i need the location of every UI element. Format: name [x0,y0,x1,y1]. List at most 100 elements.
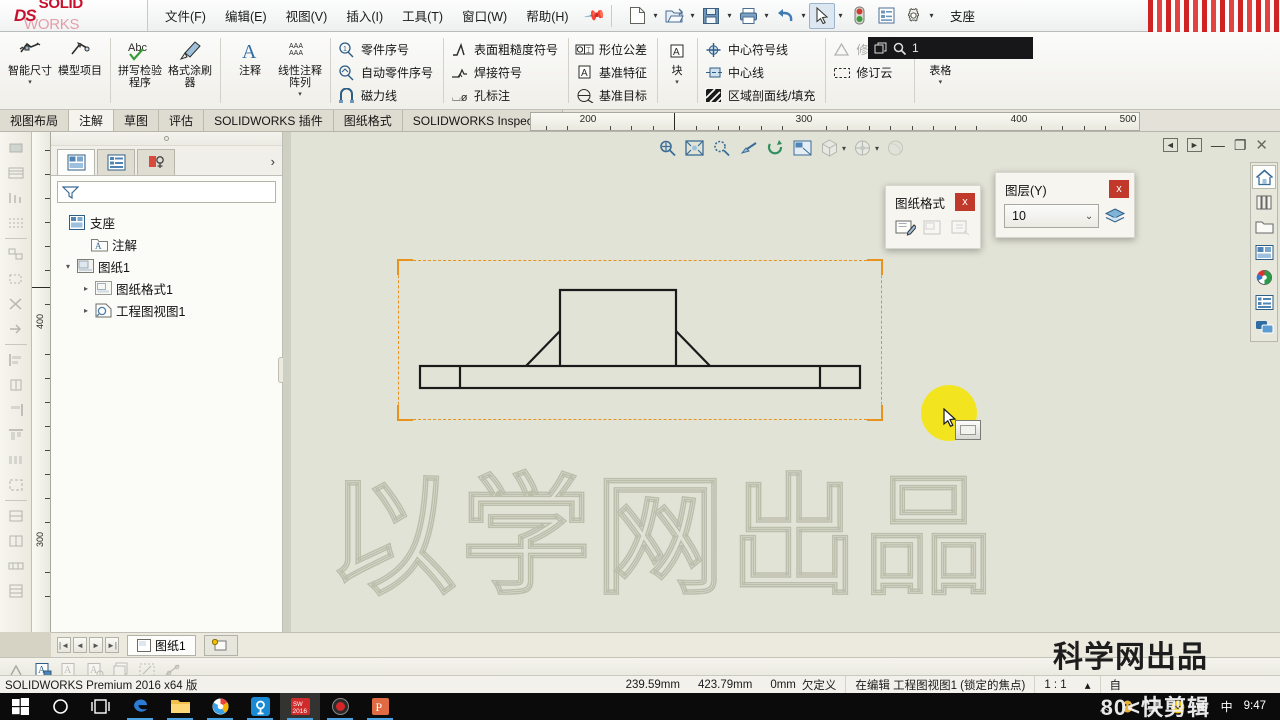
prev-window-button[interactable]: ◄ [1162,138,1178,152]
print-button[interactable] [735,3,761,29]
tab-view-layout[interactable]: 视图布局 [0,110,70,131]
first-sheet-button[interactable]: |◄ [57,637,71,653]
edge-browser-icon[interactable] [120,693,160,720]
centerline-button[interactable]: 中心线 [702,62,820,83]
tab-evaluate[interactable]: 评估 [159,110,205,131]
task-view-icon[interactable] [80,693,120,720]
zoom-to-area-icon[interactable] [656,137,678,159]
section-view-icon[interactable] [791,137,813,159]
powerpoint-icon[interactable]: P [360,693,400,720]
align-top-icon[interactable] [3,423,29,447]
add-sheet-icon[interactable] [921,217,944,239]
chamfer-dimension-icon[interactable] [3,211,29,235]
photos-app-icon[interactable] [200,693,240,720]
solidworks-forum-icon[interactable] [1252,315,1276,339]
spell-check-button[interactable]: Abc 拼写检验程序 [115,35,165,105]
layout-tool2-icon[interactable] [3,529,29,553]
linear-note-pattern-dropdown[interactable]: ▾ [298,90,302,98]
weld-symbol-button[interactable]: 焊接符号 [448,62,563,83]
undo-button[interactable] [772,3,798,29]
display-style-caret[interactable]: ▾ [875,144,879,153]
ordinate-dimension-icon[interactable] [3,161,29,185]
layer-select[interactable]: 10 ⌄ [1004,204,1100,228]
zoom-to-fit-icon[interactable] [683,137,705,159]
appearance-icon[interactable] [884,137,906,159]
custom-properties-icon[interactable] [1252,290,1276,314]
panel-expand-icon[interactable]: › [271,154,275,169]
appearances-icon[interactable] [1252,265,1276,289]
ime-tray-icon[interactable]: 中 [1221,698,1233,715]
vertical-ruler[interactable]: 400 300 [32,132,51,632]
align-center-icon[interactable] [3,373,29,397]
tree-expander[interactable]: ▸ [79,284,93,293]
panel-grip[interactable] [51,132,282,146]
tree-node-annotations[interactable]: A 注解 [53,233,282,255]
open-document-button[interactable] [661,3,687,29]
tree-node-sheet-format1[interactable]: ▸ 图纸格式1 [53,277,282,299]
status-scale[interactable]: 1 : 1 [1034,675,1075,694]
save-button[interactable] [698,3,724,29]
select-tool-button[interactable] [809,2,836,29]
start-button-icon[interactable] [0,693,40,720]
view-orientation-icon[interactable] [818,137,840,159]
next-window-button[interactable]: ► [1186,138,1202,152]
previous-view-icon[interactable] [737,137,759,159]
center-mark-button[interactable]: 中心符号线 [702,39,820,60]
design-library-icon[interactable] [1252,190,1276,214]
display-style-icon[interactable] [851,137,873,159]
revision-cloud-button[interactable]: 修订云 [830,62,909,83]
configuration-manager-tab[interactable] [137,149,175,175]
magnetic-line-button[interactable]: 磁力线 [335,85,438,106]
hole-callout-button[interactable]: ⌴ø 孔标注 [448,85,563,106]
align-parallel-icon[interactable] [3,242,29,266]
recorder-app-icon[interactable] [320,693,360,720]
pin-icon[interactable]: 📌 [582,4,606,28]
close-icon[interactable]: x [1109,180,1129,198]
menu-edit[interactable]: 编辑(E) [222,4,270,27]
file-explorer-taskbar-icon[interactable] [160,693,200,720]
add-sheet-tab[interactable] [203,634,238,656]
last-sheet-button[interactable]: ►| [105,637,119,653]
area-hatch-fill-button[interactable]: 区域剖面线/填充 [702,85,820,106]
layout-tool4-icon[interactable] [3,579,29,603]
close-icon[interactable]: x [955,193,975,211]
align-right-icon[interactable] [3,398,29,422]
menu-help[interactable]: 帮助(H) [523,4,571,27]
balloon-button[interactable]: 1 零件序号 [335,39,438,60]
linear-note-pattern-button[interactable]: AAA AAA 线性注释阵列 ▾ [275,35,325,105]
drawing-view-bounding-box[interactable] [397,259,883,421]
format-painter-button[interactable]: 格式涂刷器 [165,35,215,105]
menu-tools[interactable]: 工具(T) [399,4,446,27]
open-document-caret[interactable]: ▾ [688,11,697,20]
tab-sketch[interactable]: 草图 [114,110,160,131]
menu-file[interactable]: 文件(F) [162,4,209,27]
settings-caret[interactable]: ▾ [927,11,936,20]
chevron-down-icon[interactable]: ⌄ [1085,211,1093,222]
solidworks-taskbar-icon[interactable]: SW 2016 [280,693,320,720]
cortana-search-icon[interactable] [40,693,80,720]
sheet-tab-sheet1[interactable]: 图纸1 [127,634,196,656]
save-caret[interactable]: ▾ [725,11,734,20]
layout-tool3-icon[interactable] [3,554,29,578]
block-dropdown[interactable]: ▾ [675,78,679,86]
tab-annotation[interactable]: 注解 [69,110,115,131]
layer-dialog[interactable]: 图层(Y) x 10 ⌄ [995,172,1135,238]
options-list-button[interactable] [873,3,899,29]
home-icon[interactable] [1252,165,1276,189]
horizontal-ruler[interactable]: 200 300 400 500 [530,112,1140,131]
align-distribute-icon[interactable] [3,448,29,472]
extend-icon[interactable] [3,317,29,341]
search-overlay[interactable]: 1 [868,37,1033,59]
feature-manager-tab[interactable] [57,149,95,175]
layer-properties-icon[interactable] [1103,205,1126,227]
tab-sheet-format[interactable]: 图纸格式 [333,110,403,131]
drawing-canvas[interactable]: ▾ ▾ ◄ ► — ❐ ✕ 以 学 网 出 品 图纸格式 x 图层(Y) x 1… [283,132,1280,632]
menu-insert[interactable]: 插入(I) [343,4,386,27]
taskbar-clock[interactable]: 9:47 [1244,700,1272,713]
status-scale-caret[interactable]: ▴ [1076,676,1100,694]
sheet-format-dialog[interactable]: 图纸格式 x [885,185,981,249]
tab-solidworks-addins[interactable]: SOLIDWORKS 插件 [204,110,334,131]
smart-dimension-button[interactable]: 智能尺寸 ▾ [5,35,55,105]
settings-gear-button[interactable] [900,3,926,29]
restore-window-button[interactable]: ❐ [1234,137,1247,154]
